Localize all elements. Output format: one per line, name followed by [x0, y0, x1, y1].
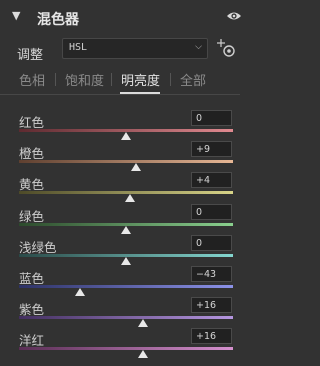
slider-value-input[interactable]: +9	[191, 141, 232, 157]
slider-value-input[interactable]: 0	[191, 204, 232, 220]
slider-row-green: 绿色 0	[0, 204, 254, 235]
slider-row-orange: 橙色 +9	[0, 141, 254, 172]
tab-divider	[111, 73, 112, 86]
slider-value-input[interactable]: 0	[191, 235, 232, 251]
slider-thumb[interactable]	[74, 288, 85, 296]
collapse-chevron-icon[interactable]: ▼	[12, 9, 20, 22]
tab-hue[interactable]: 色相	[19, 70, 45, 89]
mode-dropdown-value: HSL	[69, 42, 88, 53]
mode-label: 调整	[17, 48, 44, 63]
chevron-down-icon: ⌵	[195, 42, 202, 52]
tab-luminance[interactable]: 明亮度	[121, 70, 160, 89]
mode-dropdown[interactable]: HSL ⌵	[62, 38, 208, 59]
slider-value-input[interactable]: 0	[191, 110, 232, 126]
slider-track[interactable]	[19, 285, 233, 288]
slider-thumb[interactable]	[138, 350, 149, 358]
visibility-eye-icon[interactable]	[226, 10, 242, 22]
targeted-adjustment-icon[interactable]	[216, 38, 236, 58]
slider-thumb[interactable]	[121, 132, 131, 140]
slider-row-yellow: 黄色 +4	[0, 172, 254, 203]
slider-row-red: 红色 0	[0, 110, 254, 141]
tab-divider	[55, 73, 56, 86]
slider-track[interactable]	[19, 160, 233, 163]
tabs-divider-line	[0, 94, 240, 95]
slider-thumb[interactable]	[121, 257, 131, 265]
hsl-tabs: 色相 饱和度 明亮度 全部	[0, 70, 254, 95]
active-tab-indicator	[120, 92, 160, 94]
slider-thumb[interactable]	[125, 194, 136, 202]
slider-thumb[interactable]	[121, 226, 131, 234]
slider-track[interactable]	[19, 347, 233, 350]
panel-header[interactable]: ▼ 混色器	[0, 0, 254, 34]
tab-saturation[interactable]: 饱和度	[65, 70, 104, 89]
slider-thumb[interactable]	[138, 319, 149, 327]
slider-row-purple: 紫色 +16	[0, 297, 254, 328]
tab-divider	[170, 73, 171, 86]
slider-row-aqua: 浅绿色 0	[0, 235, 254, 266]
slider-value-input[interactable]: +16	[191, 297, 232, 313]
slider-value-input[interactable]: +16	[191, 328, 232, 344]
slider-thumb[interactable]	[130, 163, 141, 171]
panel-title: 混色器	[37, 12, 79, 28]
slider-value-input[interactable]: +4	[191, 172, 232, 188]
slider-track[interactable]	[19, 316, 233, 319]
slider-row-blue: 蓝色 −43	[0, 266, 254, 297]
slider-value-input[interactable]: −43	[191, 266, 232, 282]
tab-all[interactable]: 全部	[180, 70, 206, 89]
slider-row-magenta: 洋红 +16	[0, 328, 254, 359]
